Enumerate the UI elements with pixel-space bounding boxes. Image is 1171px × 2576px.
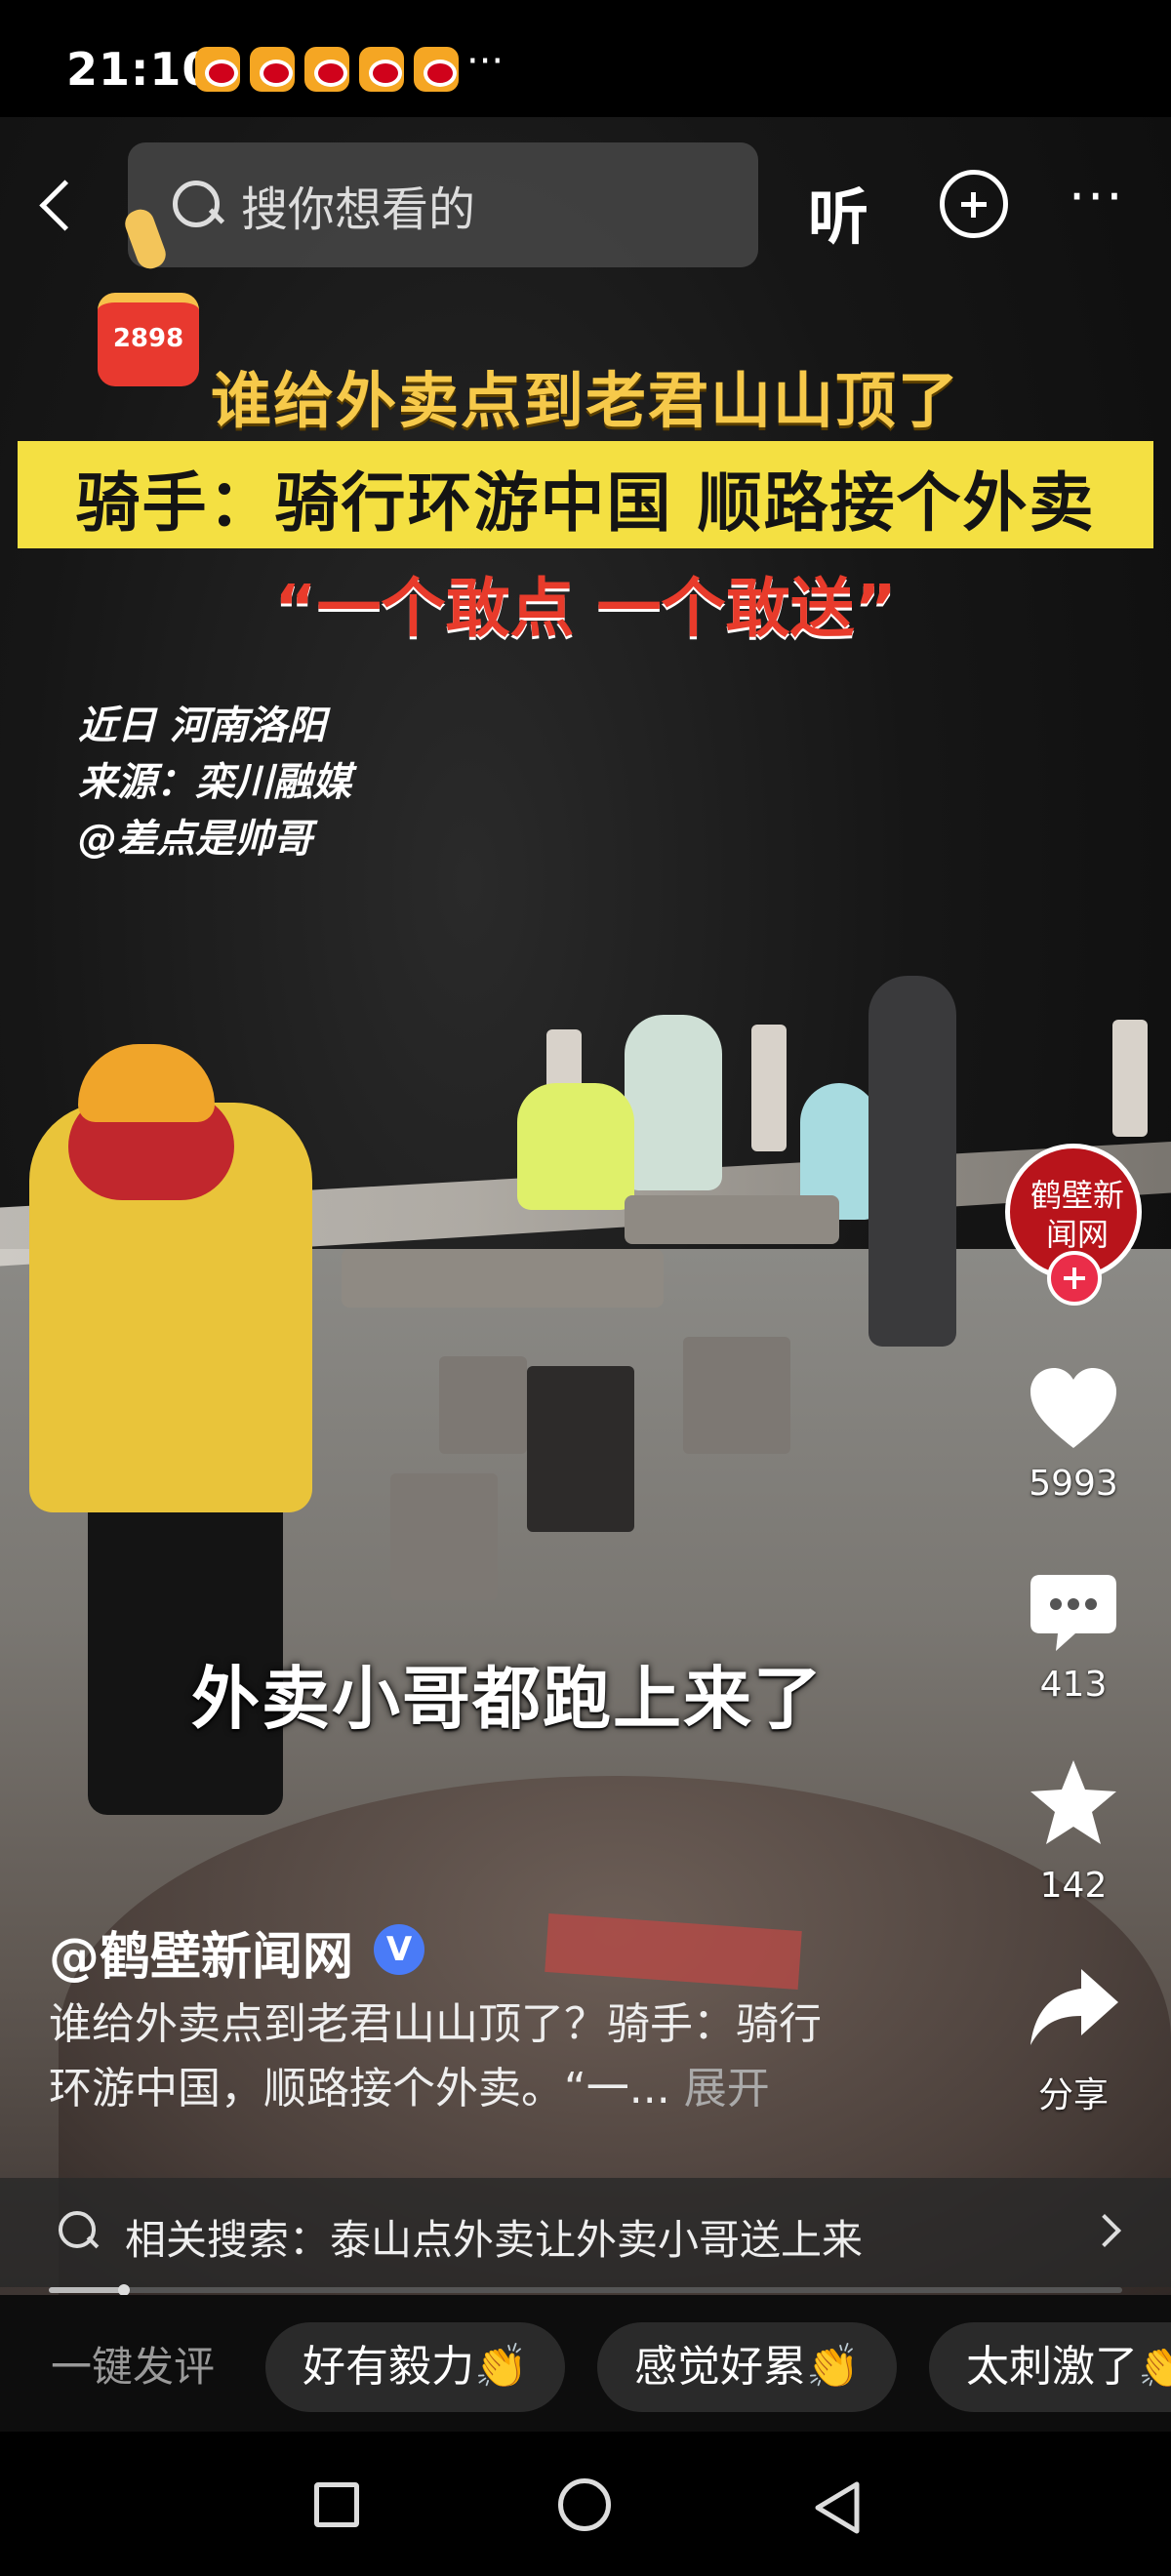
video-meta-line: @差点是帅哥 bbox=[78, 817, 312, 862]
description-text: 环游中国，顺路接个外卖。“一... bbox=[49, 2064, 670, 2113]
notification-icons bbox=[195, 47, 459, 92]
back-button[interactable] bbox=[29, 166, 88, 244]
chevron-right-icon bbox=[1088, 2214, 1121, 2247]
search-icon bbox=[171, 179, 223, 231]
author-name[interactable]: @鹤壁新闻网 bbox=[49, 1915, 353, 1989]
comment-count: 413 bbox=[1039, 1665, 1108, 1705]
status-bar: 21:10 ··· bbox=[0, 0, 1171, 127]
video-headline-3: “一个敢点 一个敢送” bbox=[274, 571, 897, 646]
heart-icon[interactable] bbox=[1027, 1364, 1120, 1452]
system-nav-bar bbox=[0, 2432, 1171, 2576]
quick-comment-label: 一键发评 bbox=[51, 2343, 216, 2391]
avatar-logo-text: 鹤壁新闻网 bbox=[1030, 1177, 1124, 1253]
weibo-icon bbox=[250, 47, 295, 92]
quick-comment-chip[interactable]: 太刺激了👏 bbox=[929, 2322, 1171, 2412]
share-icon[interactable] bbox=[1027, 1963, 1120, 2051]
weibo-icon bbox=[414, 47, 459, 92]
verified-icon: V bbox=[374, 1924, 424, 1975]
red-envelope-reward[interactable]: 2898 bbox=[98, 293, 199, 386]
video-meta-line: 近日 河南洛阳 bbox=[78, 704, 326, 748]
like-count: 5993 bbox=[1029, 1464, 1118, 1504]
video-progress-bar[interactable] bbox=[49, 2284, 1122, 2296]
weibo-icon bbox=[304, 47, 349, 92]
recent-apps-icon[interactable] bbox=[314, 2482, 359, 2527]
search-icon bbox=[59, 2211, 101, 2254]
status-more-icon: ··· bbox=[466, 39, 505, 84]
search-input[interactable]: 搜你想看的 bbox=[128, 142, 758, 267]
progress-fill bbox=[49, 2287, 124, 2293]
more-options-icon[interactable]: ··· bbox=[1069, 166, 1125, 227]
video-subtitle: 外卖小哥都跑上来了 bbox=[191, 1659, 824, 1739]
video-headline-2: 骑手：骑行环游中国 顺路接个外卖 bbox=[75, 465, 1096, 541]
description-line: 环游中国，顺路接个外卖。“一... 展开 bbox=[49, 2057, 927, 2121]
video-meta-line: 来源：栾川融媒 bbox=[78, 760, 351, 805]
listen-button[interactable]: 听 bbox=[808, 168, 868, 256]
reward-count: 2898 bbox=[112, 324, 184, 353]
video-meta: 近日 河南洛阳 来源：栾川融媒 @差点是帅哥 bbox=[78, 698, 351, 867]
search-placeholder: 搜你想看的 bbox=[241, 182, 476, 237]
description-line: 谁给外卖点到老君山山顶了？骑手：骑行 bbox=[49, 1999, 822, 2049]
comment-icon[interactable] bbox=[1027, 1569, 1120, 1657]
favorite-count: 142 bbox=[1039, 1866, 1108, 1906]
quick-comment-chip[interactable]: 好有毅力👏 bbox=[265, 2322, 565, 2412]
expand-link[interactable]: 展开 bbox=[684, 2064, 770, 2113]
share-label: 分享 bbox=[1037, 2075, 1109, 2115]
weibo-icon bbox=[359, 47, 404, 92]
star-icon[interactable] bbox=[1027, 1756, 1120, 1850]
weibo-icon bbox=[195, 47, 240, 92]
related-search-bar[interactable]: 相关搜索：泰山点外卖让外卖小哥送上来 bbox=[0, 2178, 1171, 2287]
quick-comment-chip[interactable]: 感觉好累👏 bbox=[597, 2322, 897, 2412]
back-triangle-icon[interactable] bbox=[810, 2478, 865, 2537]
quick-comment-bar: 一键发评 好有毅力👏 感觉好累👏 太刺激了👏 bbox=[0, 2295, 1171, 2432]
related-search-text: 相关搜索：泰山点外卖让外卖小哥送上来 bbox=[125, 2216, 864, 2264]
follow-button[interactable] bbox=[1047, 1251, 1102, 1306]
home-icon[interactable] bbox=[558, 2478, 611, 2531]
add-circle-icon[interactable] bbox=[940, 170, 1008, 238]
status-time: 21:10 bbox=[66, 43, 215, 96]
video-description[interactable]: 谁给外卖点到老君山山顶了？骑手：骑行 环游中国，顺路接个外卖。“一... 展开 bbox=[49, 1992, 927, 2121]
